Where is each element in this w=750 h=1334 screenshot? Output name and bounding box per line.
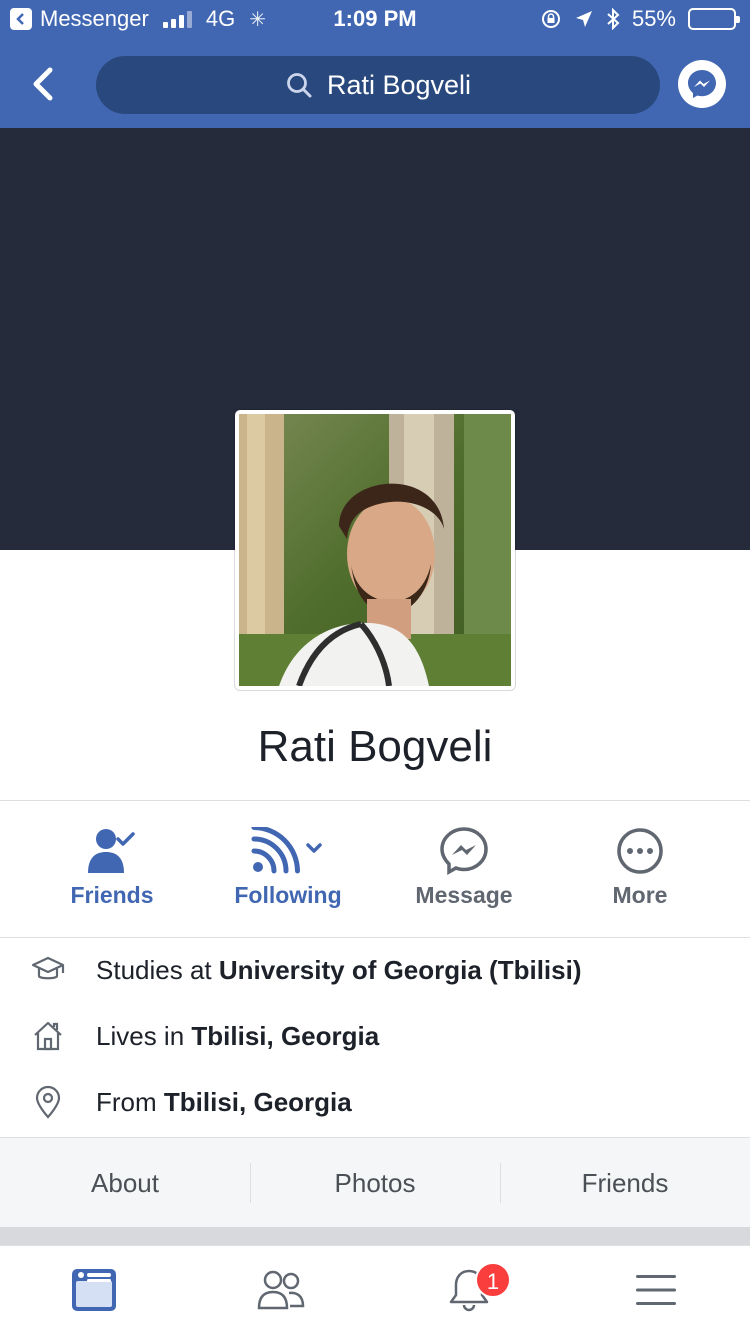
following-label: Following xyxy=(234,882,342,908)
search-field[interactable]: Rati Bogveli xyxy=(96,56,660,114)
tab-menu[interactable] xyxy=(563,1246,750,1334)
following-button[interactable]: Following xyxy=(200,826,376,916)
status-bar: Messenger 4G ✳ 1:09 PM 55% xyxy=(0,0,750,40)
friends-label: Friends xyxy=(70,882,154,908)
studies-value[interactable]: University of Georgia (Tbilisi) xyxy=(219,955,582,985)
chevron-left-icon xyxy=(33,67,53,101)
news-feed-icon xyxy=(71,1269,116,1311)
search-text: Rati Bogveli xyxy=(326,69,472,100)
message-button[interactable]: Message xyxy=(376,826,552,916)
more-label: More xyxy=(612,882,668,908)
lives-value[interactable]: Tbilisi, Georgia xyxy=(191,1021,379,1051)
more-dots-icon xyxy=(617,828,663,874)
back-app-label[interactable]: Messenger xyxy=(40,6,149,32)
messenger-outline-icon xyxy=(440,827,488,876)
friends-icon xyxy=(257,1270,305,1310)
messenger-button[interactable] xyxy=(678,60,726,108)
notifications-badge: 1 xyxy=(475,1262,511,1298)
search-icon xyxy=(287,73,312,98)
from-value[interactable]: Tbilisi, Georgia xyxy=(164,1087,352,1117)
tab-news-feed[interactable] xyxy=(0,1246,188,1334)
profile-name: Rati Bogveli xyxy=(257,722,493,771)
profile-photo[interactable] xyxy=(239,414,511,686)
tab-friend-requests[interactable] xyxy=(188,1246,376,1334)
rotation-lock-icon xyxy=(541,10,560,28)
section-separator xyxy=(0,1227,750,1245)
subtab-photos[interactable]: Photos xyxy=(250,1162,500,1203)
bottom-tab-bar: 1 xyxy=(0,1245,750,1334)
info-from[interactable]: From Tbilisi, Georgia xyxy=(0,1069,750,1135)
friends-check-icon xyxy=(88,829,135,873)
subtab-friends[interactable]: Friends xyxy=(500,1162,750,1203)
info-studies[interactable]: Studies at University of Georgia (Tbilis… xyxy=(0,937,750,1003)
battery-percent: 55% xyxy=(631,6,676,31)
lives-prefix: Lives in xyxy=(96,1020,185,1051)
messenger-icon xyxy=(688,70,716,98)
profile-photo-frame[interactable] xyxy=(235,410,515,690)
divider xyxy=(0,800,750,801)
network-type: 4G xyxy=(205,6,236,31)
graduation-cap-icon xyxy=(31,956,65,980)
subtab-about[interactable]: About xyxy=(0,1163,250,1203)
back-button[interactable] xyxy=(24,60,64,108)
from-prefix: From xyxy=(96,1086,157,1117)
profile-actions: Friends Following Message More xyxy=(24,826,728,916)
following-feed-icon xyxy=(251,827,322,874)
profile-subtabs: About Photos Friends xyxy=(0,1137,750,1227)
loading-spinner-icon: ✳ xyxy=(249,8,266,31)
bluetooth-icon xyxy=(607,8,620,30)
location-arrow-icon xyxy=(575,11,592,27)
location-pin-icon xyxy=(35,1085,61,1119)
tab-notifications[interactable]: 1 xyxy=(375,1246,563,1334)
info-lives[interactable]: Lives in Tbilisi, Georgia xyxy=(0,1003,750,1069)
top-header: Messenger 4G ✳ 1:09 PM 55% Rati Bogveli xyxy=(0,0,750,128)
signal-icon xyxy=(162,10,192,28)
studies-prefix: Studies at xyxy=(96,954,212,985)
hamburger-menu-icon xyxy=(636,1275,677,1305)
back-to-app-icon[interactable] xyxy=(10,8,32,30)
home-icon xyxy=(34,1021,62,1051)
status-right: 55% xyxy=(540,6,740,32)
status-left: Messenger 4G ✳ xyxy=(10,6,266,32)
friends-button[interactable]: Friends xyxy=(24,826,200,916)
message-label: Message xyxy=(415,882,513,908)
more-button[interactable]: More xyxy=(552,826,728,916)
battery-icon xyxy=(688,8,740,30)
